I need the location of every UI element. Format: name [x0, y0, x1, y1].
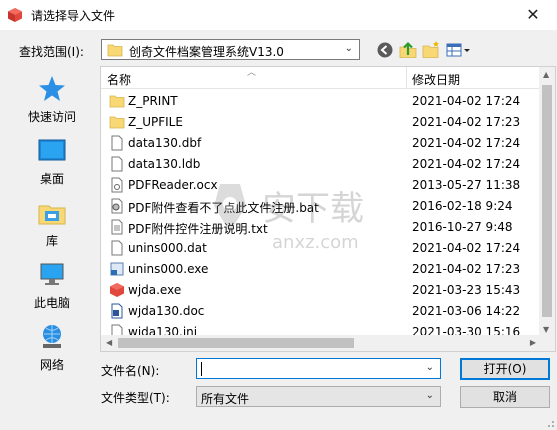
app-exe-icon [110, 283, 124, 297]
desktop-icon [38, 139, 66, 161]
text-caret [201, 362, 202, 376]
quick-access-star-icon [39, 76, 65, 101]
file-row[interactable]: Z_UPFILE 2021-04-02 17:23 [101, 112, 541, 133]
file-modified: 2021-04-02 17:23 [412, 115, 521, 129]
text-file-icon [111, 219, 123, 235]
open-button[interactable]: 打开(O) [460, 358, 550, 380]
this-pc-icon [40, 263, 64, 285]
file-row[interactable]: PDF附件控件注册说明.txt 2016-10-27 9:48 [101, 217, 541, 238]
resize-grip-icon[interactable] [545, 418, 555, 428]
filetype-value: 所有文件 [201, 392, 250, 406]
scroll-up-arrow-icon[interactable]: ▲ [543, 70, 549, 79]
chevron-down-icon: ⌄ [344, 43, 353, 54]
view-menu-icon[interactable] [445, 40, 473, 60]
up-folder-icon[interactable] [398, 40, 418, 60]
batch-file-icon [111, 198, 123, 214]
sort-ascending-icon: ︿ [247, 68, 257, 78]
places-bar: 快速访问 桌面 库 此电脑 网络 [8, 66, 96, 372]
file-name: PDF附件控件注册说明.txt [128, 222, 268, 236]
close-button[interactable]: ✕ [523, 6, 543, 24]
file-list[interactable]: ︿ 名称 修改日期 Z_PRINT 2021-04-02 17:24 Z_UPF… [100, 66, 556, 352]
file-row[interactable]: wjda130.doc 2021-03-06 14:22 [101, 301, 541, 322]
place-label: 库 [45, 234, 58, 248]
file-name: data130.ldb [128, 157, 201, 171]
file-modified: 2021-03-06 14:22 [412, 304, 521, 318]
lookin-dropdown[interactable]: 创奇文件档案管理系统V13.0 ⌄ [101, 39, 360, 60]
column-header-name[interactable]: 名称 [107, 71, 131, 88]
place-quick-access[interactable]: 快速访问 [8, 74, 96, 125]
file-modified: 2021-04-02 17:24 [412, 94, 521, 108]
place-this-pc[interactable]: 此电脑 [8, 260, 96, 311]
file-icon [111, 135, 123, 151]
file-name: data130.dbf [128, 136, 202, 150]
file-row[interactable]: unins000.dat 2021-04-02 17:24 [101, 238, 541, 259]
file-row[interactable]: unins000.exe 2021-04-02 17:23 [101, 259, 541, 280]
window-title: 请选择导入文件 [31, 9, 116, 23]
new-folder-icon[interactable] [421, 40, 441, 60]
scrollbar-thumb[interactable] [542, 85, 552, 317]
file-row[interactable]: data130.dbf 2021-04-02 17:24 [101, 133, 541, 154]
file-name: Z_PRINT [128, 94, 178, 108]
place-label: 此电脑 [33, 296, 70, 310]
file-modified: 2021-03-23 15:43 [412, 283, 521, 297]
lookin-value: 创奇文件档案管理系统V13.0 [129, 45, 284, 59]
file-row[interactable]: PDFReader.ocx 2013-05-27 11:38 [101, 175, 541, 196]
file-row[interactable]: wjda.exe 2021-03-23 15:43 [101, 280, 541, 301]
chevron-down-icon: ⌄ [425, 390, 434, 401]
folder-icon [107, 44, 123, 57]
file-modified: 2021-04-02 17:24 [412, 241, 521, 255]
word-doc-icon [111, 303, 123, 319]
place-label: 桌面 [39, 172, 64, 186]
scroll-left-arrow-icon[interactable]: ◀ [106, 338, 112, 347]
back-icon[interactable] [375, 40, 395, 60]
scroll-right-arrow-icon[interactable]: ▶ [530, 338, 536, 347]
file-name: PDFReader.ocx [128, 178, 218, 192]
file-modified: 2021-04-02 17:23 [412, 262, 521, 276]
library-icon [38, 205, 66, 225]
file-icon [111, 156, 123, 172]
file-row[interactable]: PDF附件查看不了点此文件注册.bat 2016-02-18 9:24 [101, 196, 541, 217]
chevron-down-icon[interactable]: ⌄ [426, 362, 434, 373]
place-network[interactable]: 网络 [8, 322, 96, 373]
scroll-down-arrow-icon[interactable]: ▼ [543, 325, 549, 334]
file-row[interactable]: data130.ldb 2021-04-02 17:24 [101, 154, 541, 175]
file-modified: 2013-05-27 11:38 [412, 178, 521, 192]
file-name: PDF附件查看不了点此文件注册.bat [128, 201, 319, 215]
vertical-scrollbar[interactable]: ▲ ▼ [539, 67, 555, 337]
filename-label: 文件名(N): [101, 364, 160, 378]
title-bar: 请选择导入文件 ✕ [0, 0, 557, 30]
network-icon [43, 325, 61, 348]
file-name: unins000.exe [128, 262, 209, 276]
file-name: wjda.exe [128, 283, 182, 297]
component-file-icon [111, 177, 123, 193]
folder-icon [109, 95, 125, 108]
cancel-button[interactable]: 取消 [460, 386, 550, 408]
filetype-select[interactable]: 所有文件 ⌄ [196, 386, 441, 407]
place-library[interactable]: 库 [8, 198, 96, 249]
place-desktop[interactable]: 桌面 [8, 136, 96, 187]
filetype-label: 文件类型(T): [101, 391, 170, 405]
horizontal-scrollbar[interactable]: ◀ ▶ [101, 335, 541, 351]
filename-input[interactable]: ⌄ [196, 358, 441, 379]
file-name: wjda130.doc [128, 304, 205, 318]
file-icon [111, 240, 123, 256]
file-name: Z_UPFILE [128, 115, 183, 129]
file-row[interactable]: Z_PRINT 2021-04-02 17:24 [101, 91, 541, 112]
file-modified: 2016-02-18 9:24 [412, 199, 513, 213]
scrollbar-corner [539, 335, 555, 351]
file-modified: 2021-04-02 17:24 [412, 136, 521, 150]
file-modified: 2016-10-27 9:48 [412, 220, 513, 234]
lookin-label: 查找范围(I): [19, 45, 84, 59]
place-label: 快速访问 [27, 110, 76, 124]
list-header: ︿ 名称 修改日期 [101, 67, 555, 89]
place-label: 网络 [39, 358, 64, 372]
scrollbar-thumb[interactable] [118, 338, 354, 348]
column-header-modified[interactable]: 修改日期 [412, 71, 460, 88]
folder-icon [109, 116, 125, 129]
file-name: unins000.dat [128, 241, 207, 255]
file-modified: 2021-04-02 17:24 [412, 157, 521, 171]
installer-icon [110, 262, 124, 276]
app-logo-icon [8, 8, 22, 22]
column-divider[interactable] [406, 67, 407, 88]
